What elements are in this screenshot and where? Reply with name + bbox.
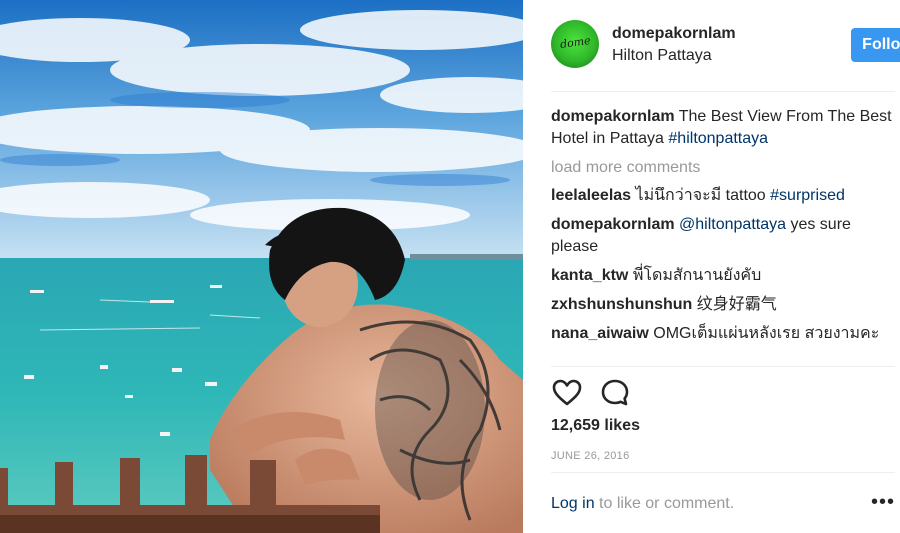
login-prompt-text: to like or comment. (594, 495, 735, 512)
author-username[interactable]: domepakornlam (612, 25, 736, 43)
login-prompt: Log in to like or comment. ••• (551, 492, 895, 513)
comments-section: domepakornlam The Best View From The Bes… (551, 106, 895, 352)
comment-item: domepakornlam @hiltonpattaya yes sure pl… (551, 214, 895, 258)
footer-divider (551, 472, 895, 473)
comment-username[interactable]: nana_aiwaiw (551, 325, 649, 342)
post-location[interactable]: Hilton Pattaya (612, 47, 712, 65)
login-link[interactable]: Log in (551, 495, 595, 512)
comment-item: zxhshunshunshun 纹身好霸气 (551, 294, 895, 316)
comment-username[interactable]: domepakornlam (551, 216, 675, 233)
heart-outline-icon[interactable] (551, 377, 583, 409)
comment-username[interactable]: kanta_ktw (551, 267, 628, 284)
header-divider (551, 91, 895, 92)
comment-item: leelaleelas ไม่นึกว่าจะมี tattoo #surpri… (551, 185, 895, 207)
avatar[interactable]: dome (551, 20, 599, 68)
comment-item: kanta_ktw พี่โดมสักนานยังคับ (551, 265, 895, 287)
comments-divider (551, 366, 895, 367)
follow-button[interactable]: Follow (851, 28, 900, 62)
comment-username[interactable]: leelaleelas (551, 187, 631, 204)
speech-bubble-icon[interactable] (599, 377, 631, 409)
comment-mention[interactable]: @hiltonpattaya (675, 216, 786, 233)
post-date[interactable]: JUNE 26, 2016 (551, 450, 630, 462)
ellipsis-icon[interactable]: ••• (871, 492, 895, 512)
comment-item: nana_aiwaiw OMGเต็มแผ่นหลังเรย สวยงามคะ (551, 323, 895, 345)
caption-hashtag[interactable]: #hiltonpattaya (668, 130, 768, 147)
comment-text: พี่โดมสักนานยังคับ (628, 267, 762, 284)
post-image (0, 0, 523, 533)
post-header: dome domepakornlam Hilton Pattaya Follow (551, 20, 900, 70)
comment-text: ไม่นึกว่าจะมี tattoo (631, 187, 771, 204)
comment-hashtag[interactable]: #surprised (770, 187, 845, 204)
post-actions (551, 377, 895, 409)
likes-count[interactable]: 12,659 likes (551, 417, 640, 435)
post-sidebar: dome domepakornlam Hilton Pattaya Follow… (523, 0, 900, 533)
post-caption: domepakornlam The Best View From The Bes… (551, 106, 895, 150)
comment-text: OMGเต็มแผ่นหลังเรย สวยงามคะ (648, 325, 880, 342)
comment-text: 纹身好霸气 (692, 296, 777, 313)
post-photo[interactable] (0, 0, 523, 533)
load-more-comments-link[interactable]: load more comments (551, 157, 895, 179)
caption-username[interactable]: domepakornlam (551, 108, 675, 125)
avatar-logo-text: dome (559, 33, 592, 52)
comment-username[interactable]: zxhshunshunshun (551, 296, 692, 313)
